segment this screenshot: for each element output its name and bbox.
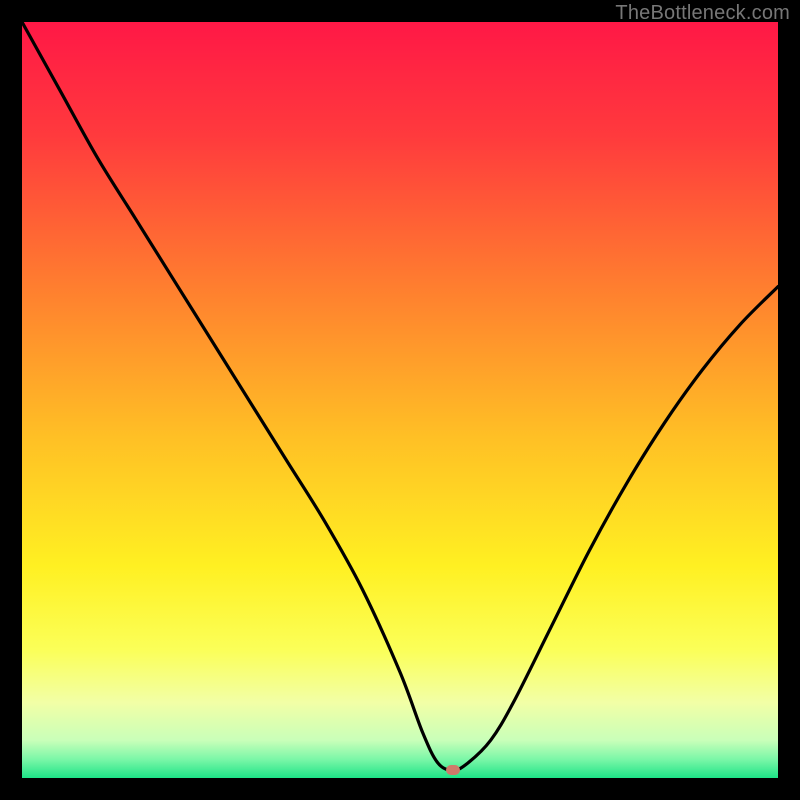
optimum-marker <box>446 765 460 775</box>
bottleneck-curve <box>22 22 778 778</box>
chart-root: TheBottleneck.com <box>0 0 800 800</box>
plot-area <box>22 22 778 778</box>
